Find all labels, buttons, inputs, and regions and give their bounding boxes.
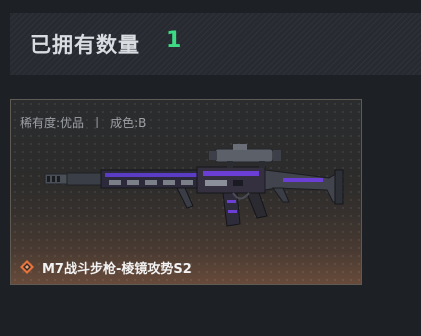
meta-separator: 丨 <box>91 116 104 130</box>
wear-value: B <box>138 116 147 130</box>
item-name: M7战斗步枪-棱镜攻势S2 <box>42 261 192 277</box>
item-name-row: M7战斗步枪-棱镜攻势S2 <box>20 258 192 277</box>
wear-label: 成色: <box>110 116 139 130</box>
owned-count-value: 1 <box>166 28 182 53</box>
rarity-label: 稀有度: <box>20 116 61 130</box>
item-card[interactable]: 稀有度:优品丨成色:B M7战斗步枪-棱镜攻势S2 <box>10 99 362 285</box>
item-meta: 稀有度:优品丨成色:B <box>20 114 146 131</box>
owned-count-label: 已拥有数量 <box>30 33 140 57</box>
rarity-value: 优品 <box>60 116 85 130</box>
weapon-image <box>44 144 344 227</box>
diamond-quality-icon <box>20 260 34 274</box>
